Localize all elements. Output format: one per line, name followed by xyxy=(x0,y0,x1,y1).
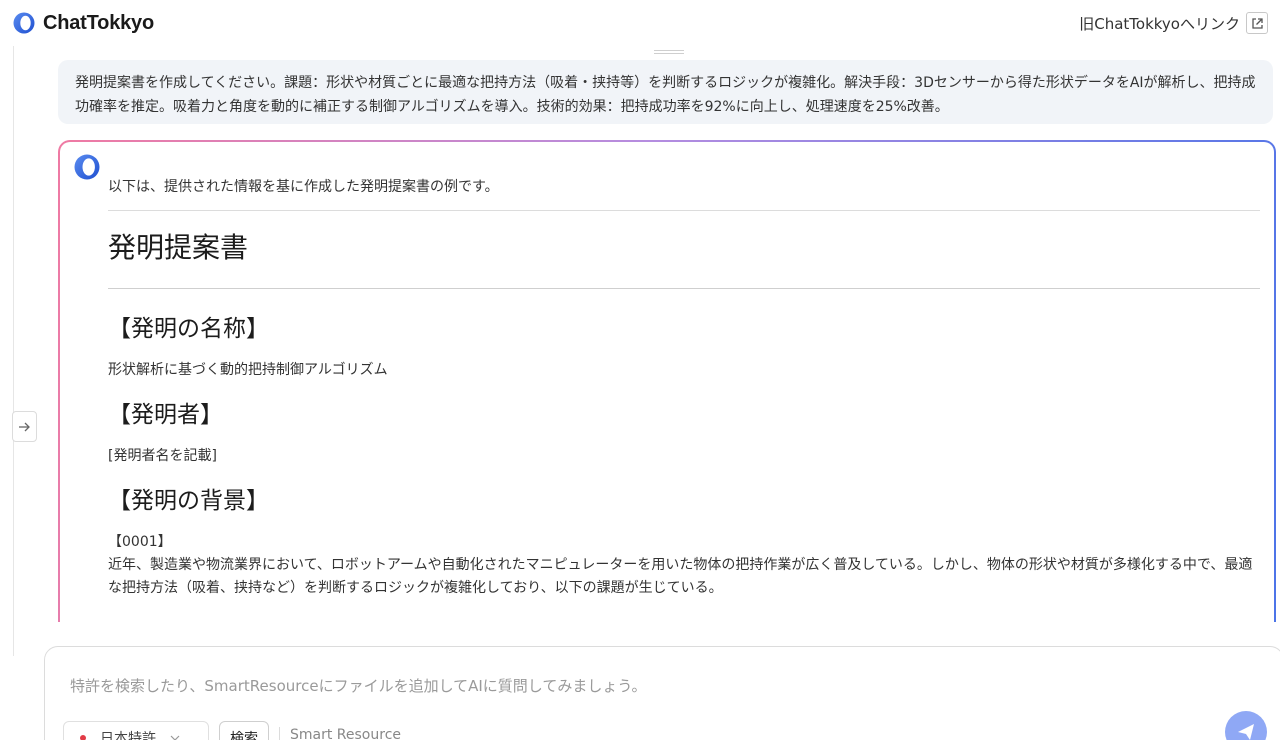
section-body-inventor: [発明者名を記載] xyxy=(108,448,217,464)
ai-avatar-icon xyxy=(74,154,100,180)
chevron-down-icon xyxy=(170,735,180,740)
old-link-label: 旧ChatTokkyoへリンク xyxy=(1079,14,1240,33)
left-rail xyxy=(0,46,14,656)
section-heading-background: 【発明の背景】 xyxy=(108,488,269,514)
app-header: ChatTokkyo 旧ChatTokkyoへリンク xyxy=(0,0,1280,46)
arrow-right-icon xyxy=(19,422,30,431)
divider xyxy=(279,727,280,740)
section-heading-invention-name: 【発明の名称】 xyxy=(108,316,269,342)
section-body-invention-name: 形状解析に基づく動的把持制御アルゴリズム xyxy=(108,362,388,378)
ai-response-card: 以下は、提供された情報を基に作成した発明提案書の例です。 発明提案書 【発明の名… xyxy=(58,140,1276,622)
document-title: 発明提案書 xyxy=(108,231,249,264)
paragraph-number: 【0001】 xyxy=(108,534,172,550)
message-input[interactable] xyxy=(70,677,1220,695)
brand-name: ChatTokkyo xyxy=(43,11,154,34)
smart-resource-button[interactable]: Smart Resource xyxy=(290,727,401,740)
chattokkyo-logo-icon xyxy=(13,12,35,34)
sidebar-toggle-button[interactable] xyxy=(12,411,37,442)
search-button[interactable]: 検索 xyxy=(219,721,269,740)
paper-plane-icon xyxy=(1238,724,1254,740)
divider xyxy=(108,288,1260,289)
db-select-value: 日本特許 xyxy=(100,731,156,740)
divider xyxy=(108,210,1260,211)
message-composer: 日本特許 検索 Smart Resource xyxy=(44,646,1280,740)
section-body-background: 近年、製造業や物流業界において、ロボットアームや自動化されたマニピュレーターを用… xyxy=(108,557,1253,596)
ai-intro-text: 以下は、提供された情報を基に作成した発明提案書の例です。 xyxy=(108,179,499,195)
brand[interactable]: ChatTokkyo xyxy=(13,12,154,35)
send-button[interactable] xyxy=(1225,711,1267,740)
user-message: 発明提案書を作成してください。課題：形状や材質ごとに最適な把持方法（吸着・挟持等… xyxy=(58,60,1273,124)
conversation-area[interactable]: 発明提案書を作成してください。課題：形状や材質ごとに最適な把持方法（吸着・挟持等… xyxy=(40,56,1280,622)
japan-flag-icon xyxy=(80,735,86,740)
patent-db-select[interactable]: 日本特許 xyxy=(63,721,209,740)
old-chattokkyo-link[interactable]: 旧ChatTokkyoへリンク xyxy=(1079,12,1268,34)
section-heading-inventor: 【発明者】 xyxy=(108,402,223,428)
external-link-icon xyxy=(1246,12,1268,34)
